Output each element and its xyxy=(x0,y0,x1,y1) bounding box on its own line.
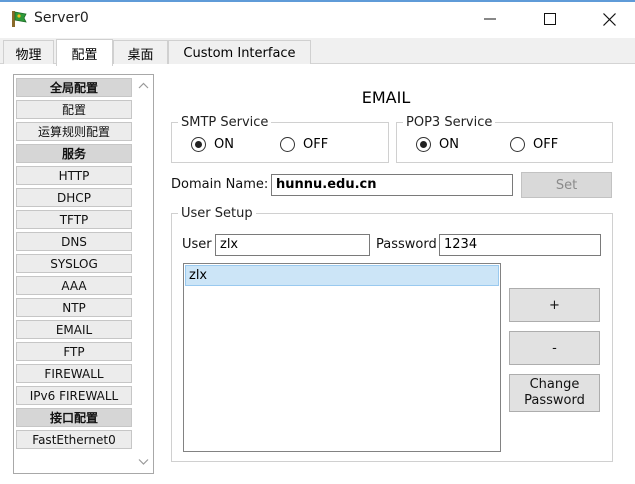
close-icon xyxy=(602,12,616,26)
config-sidebar: 全局配置 配置 运算规则配置 服务 HTTP DHCP TFTP DNS SYS… xyxy=(13,74,154,474)
sidebar-scrollbar[interactable] xyxy=(134,76,153,472)
radio-selected-icon xyxy=(416,137,431,152)
user-setup-legend: User Setup xyxy=(181,206,253,221)
tab-physical[interactable]: 物理 xyxy=(3,40,54,65)
domain-name-label: Domain Name: xyxy=(171,177,269,192)
user-input[interactable]: zlx xyxy=(215,234,370,256)
radio-unselected-icon xyxy=(510,137,525,152)
pop3-off-label: OFF xyxy=(533,137,559,152)
sidebar-item-ftp[interactable]: FTP xyxy=(16,342,132,361)
radio-unselected-icon xyxy=(280,137,295,152)
tab-desktop[interactable]: 桌面 xyxy=(113,40,168,65)
sidebar-header-services: 服务 xyxy=(16,144,132,163)
minimize-icon xyxy=(484,18,496,20)
sidebar-item-algorithm-settings[interactable]: 运算规则配置 xyxy=(16,122,132,141)
change-password-button[interactable]: Change Password xyxy=(509,374,600,412)
pop3-service-legend: POP3 Service xyxy=(406,115,493,130)
smtp-off-radio[interactable]: OFF xyxy=(280,137,328,152)
pop3-off-radio[interactable]: OFF xyxy=(510,137,558,152)
sidebar-item-dns[interactable]: DNS xyxy=(16,232,132,251)
pop3-on-label: ON xyxy=(439,137,459,152)
sidebar-item-firewall[interactable]: FIREWALL xyxy=(16,364,132,383)
sidebar-item-http[interactable]: HTTP xyxy=(16,166,132,185)
sidebar-item-aaa[interactable]: AAA xyxy=(16,276,132,295)
minimize-button[interactable] xyxy=(467,2,513,36)
server-app-icon xyxy=(10,10,28,28)
password-input[interactable]: 1234 xyxy=(439,234,601,256)
maximize-button[interactable] xyxy=(527,2,573,36)
set-domain-button[interactable]: Set xyxy=(521,172,612,198)
scroll-down-icon[interactable] xyxy=(134,456,153,468)
close-button[interactable] xyxy=(586,2,632,36)
password-label: Password xyxy=(376,237,437,252)
sidebar-item-ntp[interactable]: NTP xyxy=(16,298,132,317)
radio-selected-icon xyxy=(191,137,206,152)
sidebar-header-interfaces: 接口配置 xyxy=(16,408,132,427)
maximize-icon xyxy=(544,13,556,25)
remove-user-button[interactable]: - xyxy=(509,331,600,365)
sidebar-item-dhcp[interactable]: DHCP xyxy=(16,188,132,207)
tab-config[interactable]: 配置 xyxy=(56,39,113,66)
tab-custom-interface[interactable]: Custom Interface xyxy=(168,40,311,65)
sidebar-item-fastethernet0[interactable]: FastEthernet0 xyxy=(16,430,132,449)
sidebar-item-ipv6-firewall[interactable]: IPv6 FIREWALL xyxy=(16,386,132,405)
smtp-service-legend: SMTP Service xyxy=(181,115,269,130)
pop3-on-radio[interactable]: ON xyxy=(416,137,459,152)
smtp-on-label: ON xyxy=(214,137,234,152)
smtp-on-radio[interactable]: ON xyxy=(191,137,234,152)
user-list[interactable]: zlx xyxy=(183,263,501,452)
sidebar-item-email[interactable]: EMAIL xyxy=(16,320,132,339)
domain-name-input[interactable]: hunnu.edu.cn xyxy=(271,174,513,196)
window-title: Server0 xyxy=(34,10,89,26)
add-user-button[interactable]: + xyxy=(509,288,600,322)
smtp-off-label: OFF xyxy=(303,137,329,152)
sidebar-item-tftp[interactable]: TFTP xyxy=(16,210,132,229)
list-item[interactable]: zlx xyxy=(185,265,499,286)
sidebar-item-syslog[interactable]: SYSLOG xyxy=(16,254,132,273)
page-title: EMAIL xyxy=(361,88,411,107)
user-label: User xyxy=(182,237,212,252)
